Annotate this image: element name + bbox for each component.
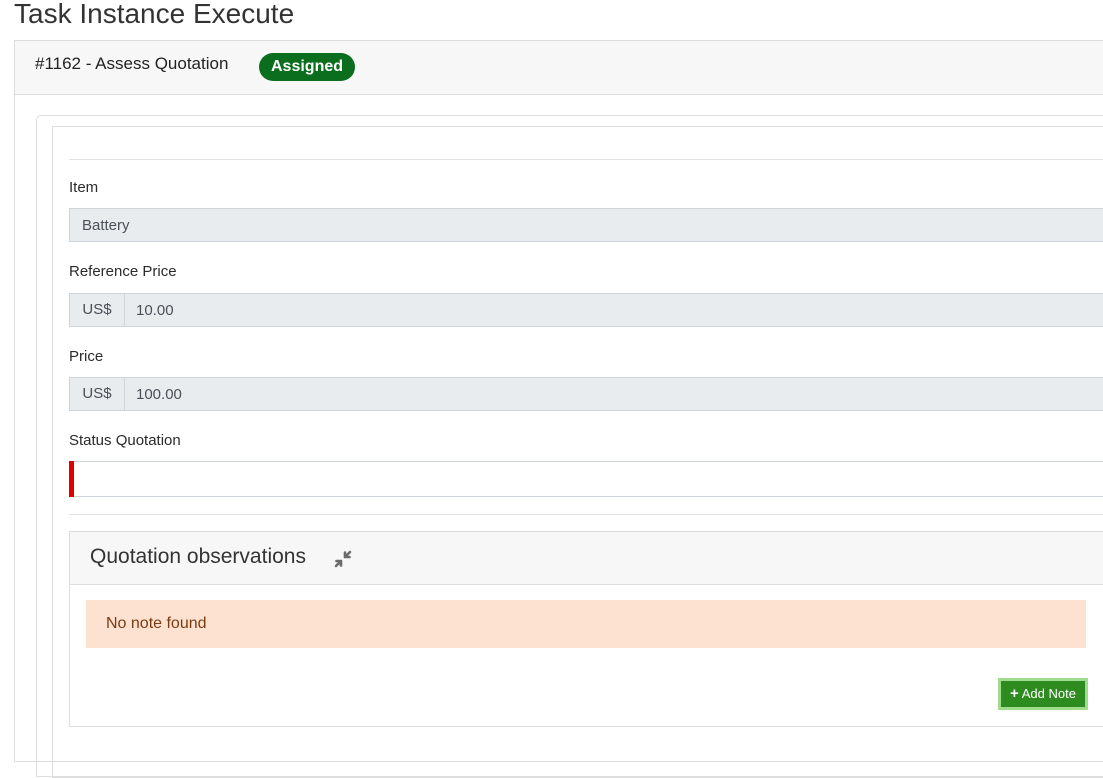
divider: [69, 514, 1103, 515]
observations-header: Quotation observations: [70, 532, 1103, 585]
add-note-label: Add Note: [1021, 686, 1076, 701]
observations-title: Quotation observations: [90, 545, 306, 568]
form-container: Item Battery Reference Price US$ 10.00 P…: [36, 115, 1103, 778]
add-note-button[interactable]: + Add Note: [998, 678, 1088, 710]
reference-price-label: Reference Price: [69, 263, 177, 280]
price-value: 100.00: [136, 386, 182, 403]
page-title: Task Instance Execute: [14, 0, 295, 29]
task-heading: #1162 - Assess Quotation: [35, 54, 229, 73]
item-field[interactable]: Battery: [69, 208, 1103, 242]
price-label: Price: [69, 348, 104, 365]
currency-addon: US$: [70, 293, 125, 327]
task-card: #1162 - Assess Quotation Assigned Item B…: [14, 40, 1103, 778]
form-panel: Item Battery Reference Price US$ 10.00 P…: [52, 126, 1103, 778]
price-field[interactable]: US$ 100.00: [69, 377, 1103, 411]
status-quotation-label: Status Quotation: [69, 432, 181, 449]
divider: [69, 159, 1103, 160]
status-badge: Assigned: [259, 53, 356, 81]
plus-icon: +: [1010, 685, 1019, 702]
reference-price-value: 10.00: [136, 302, 174, 319]
currency-addon: US$: [70, 377, 125, 411]
item-value: Battery: [82, 217, 130, 234]
status-quotation-select[interactable]: [69, 461, 1103, 497]
reference-price-field[interactable]: US$ 10.00: [69, 293, 1103, 327]
item-label: Item: [69, 179, 99, 196]
observations-card: Quotation observations No note found + Ad…: [69, 531, 1103, 727]
required-marker: [69, 461, 74, 497]
compress-icon[interactable]: [332, 548, 354, 570]
empty-notes-alert: No note found: [86, 600, 1086, 648]
task-header: #1162 - Assess Quotation Assigned: [15, 41, 1103, 95]
